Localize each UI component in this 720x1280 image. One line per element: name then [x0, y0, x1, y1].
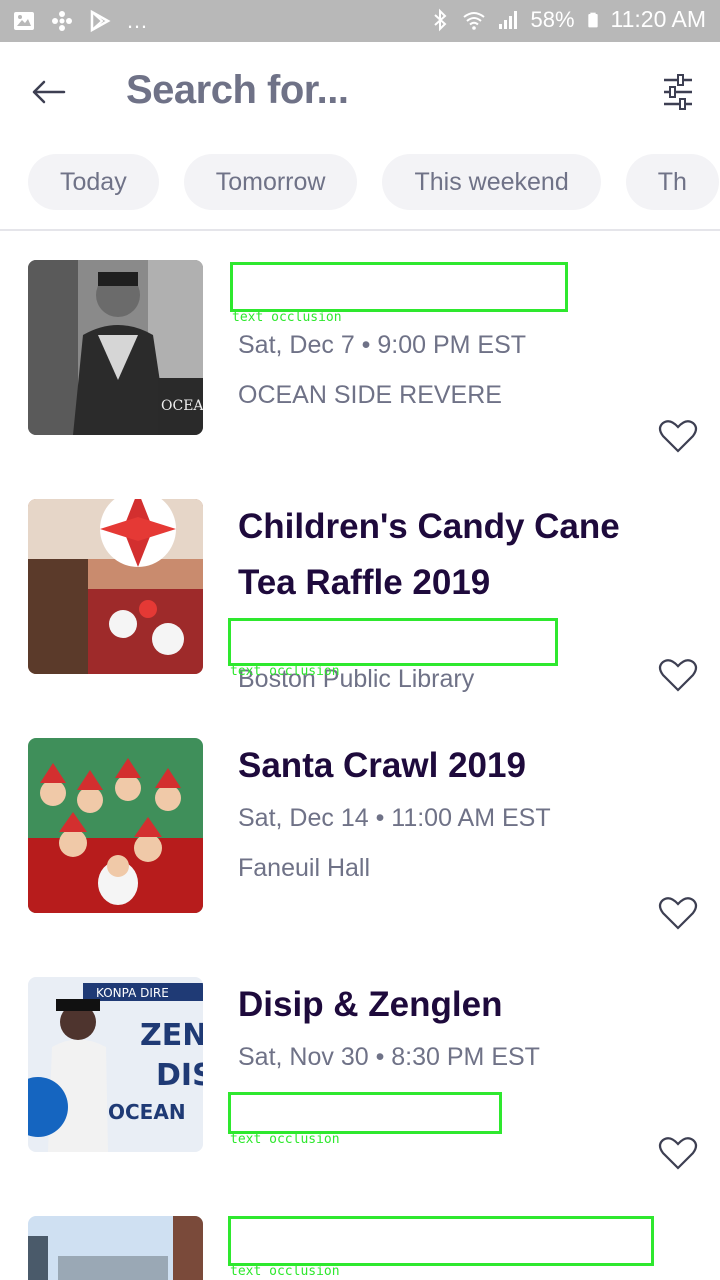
- event-details: Santa Crawl 2019 Sat, Dec 14 • 11:00 AM …: [238, 738, 678, 884]
- date-filter-chips: Today Tomorrow This weekend Th: [28, 154, 720, 210]
- bluetooth-icon: [434, 8, 447, 31]
- svg-text:DIS: DIS: [156, 1058, 203, 1093]
- heart-icon: [658, 897, 698, 930]
- event-card[interactable]: KONPA DIRE ZENG DIS OCEAN Disip & Zengle…: [0, 977, 720, 1197]
- event-date: Sat, Dec 14 • 11:00 AM EST: [238, 804, 551, 832]
- wifi-icon: [463, 11, 486, 30]
- favorite-button[interactable]: [658, 1135, 698, 1171]
- signal-icon: [499, 10, 518, 29]
- occlusion-box: [230, 262, 568, 312]
- battery-icon: [587, 12, 598, 27]
- occlusion-box: [228, 1216, 654, 1266]
- svg-text:OCEAN: OCEAN: [161, 398, 203, 414]
- favorite-button[interactable]: [658, 657, 698, 693]
- occlusion-label: text occlusion: [232, 310, 342, 325]
- occlusion-label: text occlusion: [230, 1264, 340, 1279]
- svg-text:KONPA DIRE: KONPA DIRE: [96, 986, 169, 1000]
- svg-text:OCEAN: OCEAN: [108, 1100, 186, 1124]
- event-thumbnail: [28, 1216, 203, 1280]
- event-card[interactable]: Santa Crawl 2019 Sat, Dec 14 • 11:00 AM …: [0, 738, 720, 958]
- event-title-line-2: Tea Raffle 2019: [238, 563, 491, 602]
- battery-percent: 58%: [530, 6, 575, 32]
- arrow-left-icon: [32, 80, 66, 104]
- gallery-icon: [14, 12, 34, 30]
- event-date: Sat, Dec 7 • 9:00 PM EST: [238, 331, 527, 359]
- chip-tomorrow[interactable]: Tomorrow: [183, 154, 358, 210]
- pinwheel-icon: [52, 11, 72, 31]
- occlusion-label: text occlusion: [230, 1132, 340, 1147]
- clock: 11:20 AM: [610, 6, 706, 32]
- svg-text:ZENG: ZENG: [140, 1018, 203, 1053]
- event-venue: OCEAN SIDE REVERE: [238, 381, 502, 409]
- event-thumbnail: KONPA DIRE ZENG DIS OCEAN: [28, 977, 203, 1152]
- event-thumbnail: [28, 499, 203, 674]
- chip-today[interactable]: Today: [28, 154, 159, 210]
- system-icons: 58% 11:20 AM: [428, 6, 706, 33]
- notification-icons: …: [12, 8, 148, 34]
- filter-button[interactable]: [656, 70, 700, 114]
- search-title[interactable]: Search for...: [126, 68, 349, 113]
- search-header: Search for...: [0, 42, 720, 142]
- heart-icon: [658, 420, 698, 453]
- occlusion-box: [228, 1092, 502, 1134]
- chip-this-weekend[interactable]: This weekend: [382, 154, 601, 210]
- occlusion-box: [228, 618, 558, 666]
- event-card[interactable]: Children's Candy Cane Tea Raffle 2019 Bo…: [0, 499, 720, 719]
- event-title: Disip & Zenglen: [238, 985, 503, 1024]
- event-title: Santa Crawl 2019: [238, 746, 526, 785]
- more-notifications-icon: …: [126, 8, 148, 33]
- heart-icon: [658, 659, 698, 692]
- sliders-icon: [664, 74, 692, 110]
- heart-icon: [658, 1137, 698, 1170]
- event-venue: Faneuil Hall: [238, 854, 371, 882]
- favorite-button[interactable]: [658, 895, 698, 931]
- favorite-button[interactable]: [658, 418, 698, 454]
- back-button[interactable]: [26, 72, 72, 112]
- play-store-icon: [90, 9, 111, 33]
- event-date: Sat, Nov 30 • 8:30 PM EST: [238, 1043, 540, 1071]
- chip-this-week[interactable]: Th: [625, 154, 719, 210]
- status-bar: … 58% 11:20 AM: [0, 0, 720, 42]
- occlusion-label: text occlusion: [230, 664, 340, 679]
- event-thumbnail: OCEAN: [28, 260, 203, 435]
- header-divider: [0, 229, 720, 231]
- event-thumbnail: [28, 738, 203, 913]
- event-title-line-1: Children's Candy Cane: [238, 507, 620, 546]
